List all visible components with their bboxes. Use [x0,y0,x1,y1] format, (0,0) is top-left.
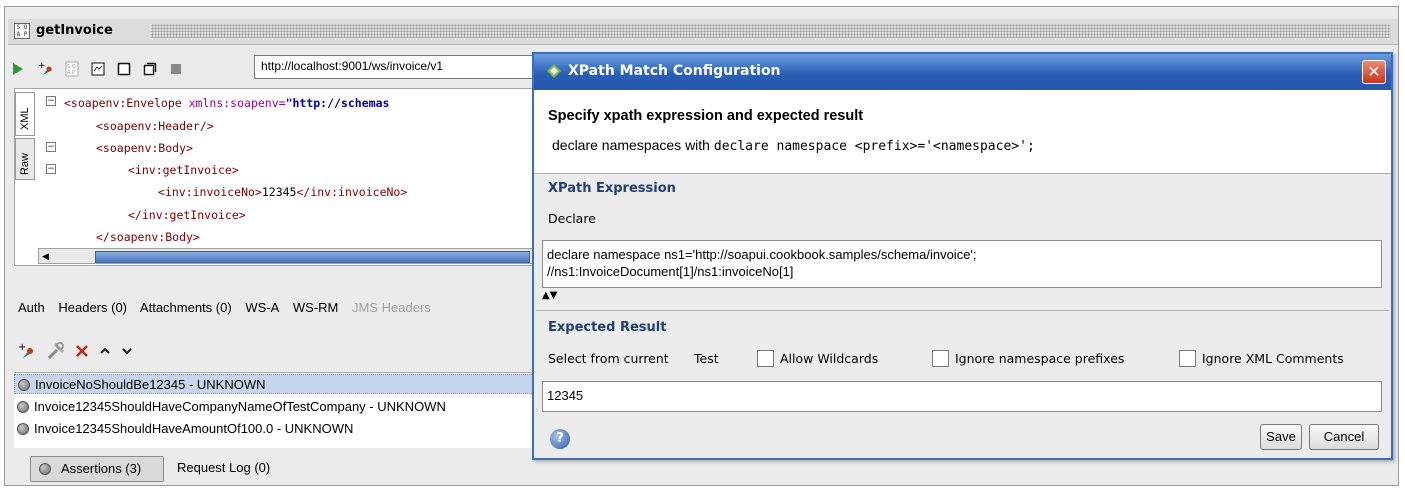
maximize-icon[interactable] [116,61,132,77]
code-line: <soapenv:Body> [96,141,193,155]
titlebar-grip[interactable] [151,24,1391,38]
help-icon[interactable]: ? [550,429,570,449]
expected-result-field[interactable]: 12345 [542,381,1382,412]
status-unknown-icon [39,463,51,475]
expected-section-header: Expected Result [548,320,667,335]
window-titlebar: S OA P getInvoice [8,19,1398,45]
test-button[interactable]: Test [694,351,719,366]
svg-text:+: + [18,342,26,353]
allow-wildcards-label: Allow Wildcards [780,351,879,366]
tab-headers[interactable]: Headers (0) [58,300,127,315]
request-tabs: Auth Headers (0) Attachments (0) WS-A WS… [18,300,441,315]
soapui-logo-icon [547,64,561,78]
ignore-namespace-prefixes-label: Ignore namespace prefixes [955,351,1125,366]
fold-toggle[interactable]: − [46,96,56,106]
tab-ws-rm[interactable]: WS-RM [293,300,339,315]
ignore-xml-comments-checkbox[interactable] [1179,350,1196,367]
code-line: <soapenv:Envelope xmlns:soapenv="http://… [64,96,390,110]
tab-raw[interactable]: Raw [15,138,35,180]
add-assertion-icon[interactable]: + [38,61,54,77]
svg-text:+: + [38,61,46,71]
window-title: getInvoice [36,23,113,38]
editor-view-tabs: XML Raw [15,92,37,184]
close-button[interactable]: ✕ [1362,60,1386,84]
xml-editor[interactable] [14,88,536,266]
xpath-section-header: XPath Expression [548,181,676,196]
horizontal-scrollbar[interactable]: ◀ [38,248,533,264]
tab-ws-a[interactable]: WS-A [245,300,279,315]
run-icon[interactable] [10,61,26,77]
scroll-left-icon[interactable]: ◀ [42,252,49,262]
list-item[interactable]: Invoice12345ShouldHaveAmountOf100.0 - UN… [14,419,534,439]
svg-text:A P: A P [67,70,75,76]
tab-xml[interactable]: XML [15,92,35,136]
save-button[interactable]: Save [1260,424,1302,450]
move-down-icon[interactable] [120,344,134,358]
tab-assertions[interactable]: Assertions (3) [30,456,164,482]
allow-wildcards-checkbox[interactable] [757,350,774,367]
tab-auth[interactable]: Auth [18,300,45,315]
close-icon: ✕ [1367,62,1381,81]
split-view-icon[interactable] [142,61,158,77]
select-from-current-button[interactable]: Select from current [548,351,669,366]
tile-icon[interactable] [90,61,106,77]
splitter-handle-icon[interactable]: ▲▼ [542,290,557,301]
scroll-thumb[interactable] [95,251,530,263]
status-unknown-icon [17,401,29,413]
endpoint-url-field[interactable]: http://localhost:9001/ws/invoice/v1 [254,55,539,79]
xpath-match-dialog: XPath Match Configuration ✕ Specify xpat… [532,52,1393,460]
add-assertion-icon[interactable]: + [18,342,36,360]
code-line: <soapenv:Header/> [96,119,214,133]
tab-attachments[interactable]: Attachments (0) [140,300,232,315]
configure-icon[interactable] [46,341,66,361]
tab-jms-headers[interactable]: JMS Headers [352,300,431,315]
list-item[interactable]: InvoiceNoShouldBe12345 - UNKNOWN [14,374,534,394]
ignore-namespace-prefixes-checkbox[interactable] [932,350,949,367]
declare-button[interactable]: Declare [548,211,596,226]
ignore-xml-comments-label: Ignore XML Comments [1202,351,1344,366]
move-up-icon[interactable] [98,344,112,358]
assertions-list: InvoiceNoShouldBe12345 - UNKNOWN Invoice… [14,372,534,448]
cancel-button[interactable]: Cancel [1309,424,1379,450]
divider [536,310,1389,311]
code-line: </inv:getInvoice> [128,208,246,222]
assertions-toolbar: + [16,338,166,362]
dialog-titlebar[interactable]: XPath Match Configuration ✕ [534,54,1391,90]
code-line: </soapenv:Body> [96,230,200,244]
fold-toggle[interactable]: − [46,142,56,152]
delete-icon[interactable] [74,343,90,359]
xpath-expression-field[interactable]: declare namespace ns1='http://soapui.coo… [542,240,1382,288]
dialog-subheading: declare namespaces with declare namespac… [552,137,1035,154]
tab-request-log[interactable]: Request Log (0) [177,460,270,475]
status-unknown-icon [17,423,29,435]
dialog-title: XPath Match Configuration [568,63,781,79]
soap-icon[interactable]: S OA P [64,61,80,77]
status-unknown-icon [18,379,30,391]
code-line: <inv:getInvoice> [128,163,239,177]
soap-request-icon: S OA P [14,23,30,39]
dialog-heading: Specify xpath expression and expected re… [548,108,864,124]
stop-icon[interactable] [168,61,184,77]
dialog-header: Specify xpath expression and expected re… [534,90,1391,174]
list-item[interactable]: Invoice12345ShouldHaveCompanyNameOfTestC… [14,397,534,417]
fold-toggle[interactable]: − [46,164,56,174]
code-line: <inv:invoiceNo>12345</inv:invoiceNo> [158,185,408,199]
